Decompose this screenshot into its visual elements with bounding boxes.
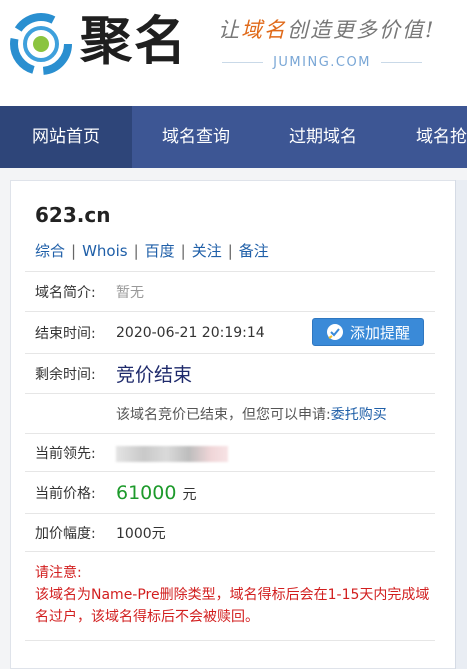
nav-item-expired-domains[interactable]: 过期域名 bbox=[260, 106, 386, 168]
link-whois[interactable]: Whois bbox=[82, 242, 128, 260]
brand-name[interactable]: 聚名 bbox=[80, 10, 188, 74]
link-follow[interactable]: 关注 bbox=[192, 240, 222, 261]
site-header: 聚名 让域名创造更多价值! JUMING.COM bbox=[0, 0, 467, 106]
main-nav: 网站首页 域名查询 过期域名 域名抢 bbox=[0, 106, 467, 168]
link-baidu[interactable]: 百度 bbox=[145, 240, 175, 261]
divider bbox=[380, 61, 423, 63]
brand-domain: JUMING.COM bbox=[273, 54, 371, 70]
brand-domain-line: JUMING.COM bbox=[222, 52, 423, 72]
slogan-prefix: 让 bbox=[218, 18, 241, 42]
check-bubble-icon bbox=[326, 324, 343, 340]
warning-title: 请注意: bbox=[35, 565, 82, 581]
price-value: 61000 bbox=[116, 481, 177, 504]
price-unit: 元 bbox=[182, 486, 197, 503]
link-note[interactable]: 备注 bbox=[239, 240, 269, 261]
nav-item-domain-search[interactable]: 域名查询 bbox=[132, 106, 260, 168]
leader-row: 当前领先: bbox=[25, 433, 435, 471]
juming-logo-icon[interactable] bbox=[8, 13, 74, 75]
price: 61000 元 bbox=[116, 482, 196, 504]
link-separator: | bbox=[227, 241, 233, 260]
slogan-highlight: 域名 bbox=[241, 18, 287, 42]
end-time-value: 2020-06-21 20:19:14 bbox=[116, 324, 265, 341]
slogan-suffix: 创造更多价值! bbox=[287, 18, 436, 42]
side-panel-edge bbox=[455, 180, 467, 669]
remaining-time-label: 剩余时间: bbox=[35, 366, 96, 383]
price-row: 当前价格: 61000 元 bbox=[25, 471, 435, 513]
link-overview[interactable]: 综合 bbox=[35, 240, 65, 261]
domain-name-title: 623.cn bbox=[35, 203, 111, 227]
link-separator: | bbox=[180, 241, 186, 260]
leader-label: 当前领先: bbox=[35, 445, 96, 462]
divider bbox=[222, 61, 264, 63]
end-time-label: 结束时间: bbox=[35, 325, 96, 342]
intro-row: 域名简介: 暂无 bbox=[25, 271, 435, 311]
increment-row: 加价幅度: 1000元 bbox=[25, 513, 435, 551]
end-time-row: 结束时间: 2020-06-21 20:19:14 添加提醒 bbox=[25, 311, 435, 353]
leader-blurred-value bbox=[116, 446, 228, 462]
ended-note-text: 该域名竞价已结束，但您可以申请: bbox=[116, 406, 331, 423]
add-reminder-label: 添加提醒 bbox=[349, 323, 410, 342]
add-reminder-button[interactable]: 添加提醒 bbox=[312, 318, 424, 346]
intro-value: 暂无 bbox=[116, 284, 144, 301]
price-label: 当前价格: bbox=[35, 485, 96, 502]
entrust-purchase-link[interactable]: 委托购买 bbox=[331, 407, 387, 423]
link-separator: | bbox=[71, 241, 77, 260]
nav-item-domain-snap[interactable]: 域名抢 bbox=[386, 106, 467, 168]
remaining-time-value: 竞价结束 bbox=[116, 364, 193, 386]
link-separator: | bbox=[133, 241, 139, 260]
ended-note: 该域名竞价已结束，但您可以申请:委托购买 bbox=[116, 404, 387, 424]
warning-row: 请注意: 该域名为Name-Pre删除类型，域名得标后会在1-15天内完成域名过… bbox=[25, 551, 435, 641]
increment-label: 加价幅度: bbox=[35, 525, 96, 542]
ended-note-row: 该域名竞价已结束，但您可以申请:委托购买 bbox=[25, 393, 435, 433]
brand-slogan: 让域名创造更多价值! bbox=[218, 14, 435, 44]
warning-text: 该域名为Name-Pre删除类型，域名得标后会在1-15天内完成域名过户，该域名… bbox=[35, 587, 430, 625]
intro-label: 域名简介: bbox=[35, 284, 96, 301]
domain-links: 综合 | Whois | 百度 | 关注 | 备注 bbox=[35, 240, 269, 261]
nav-item-home[interactable]: 网站首页 bbox=[0, 106, 132, 168]
increment-value: 1000元 bbox=[116, 525, 166, 542]
remaining-time-row: 剩余时间: 竞价结束 bbox=[25, 353, 435, 393]
